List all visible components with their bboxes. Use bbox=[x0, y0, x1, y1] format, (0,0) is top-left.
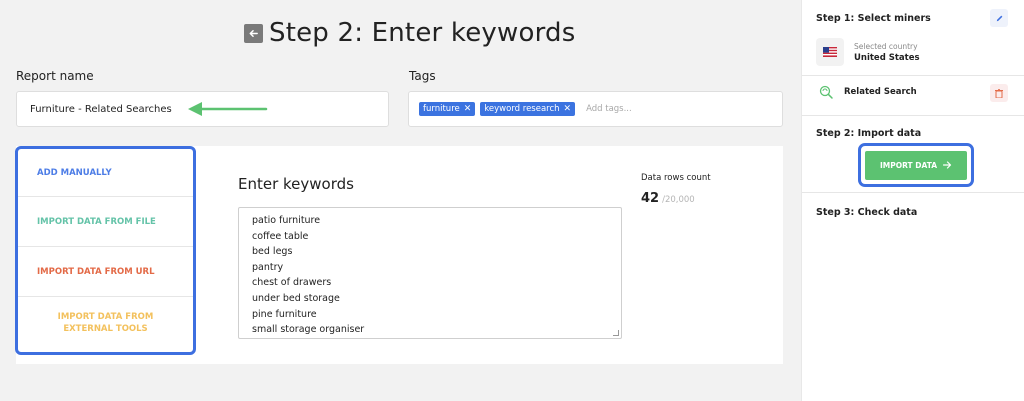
country-flag bbox=[816, 38, 844, 66]
tags-input[interactable]: furniture ✕ keyword research ✕ Add tags.… bbox=[408, 91, 783, 127]
tag-label: furniture bbox=[423, 104, 460, 114]
import-data-highlight: IMPORT DATA bbox=[858, 143, 974, 187]
back-arrow-icon bbox=[249, 29, 258, 37]
edit-miners-button[interactable] bbox=[990, 9, 1008, 27]
report-name-label: Report name bbox=[16, 69, 94, 83]
import-data-label: IMPORT DATA bbox=[879, 160, 938, 170]
page-title: Step 2: Enter keywords bbox=[269, 18, 576, 48]
import-from-file-tab[interactable]: IMPORT DATA FROM FILE bbox=[18, 197, 193, 247]
divider bbox=[802, 115, 1024, 116]
keyword-line: pantry bbox=[252, 261, 284, 273]
search-refresh-icon bbox=[819, 85, 833, 99]
tag-chip: furniture ✕ bbox=[419, 102, 476, 116]
related-search-miner: Related Search bbox=[844, 87, 917, 97]
keywords-heading: Enter keywords bbox=[238, 175, 354, 193]
add-manually-tab[interactable]: ADD MANUALLY bbox=[18, 149, 193, 197]
selected-country-label: Selected country bbox=[854, 42, 918, 51]
arrow-right-icon bbox=[943, 161, 952, 169]
pencil-icon bbox=[996, 15, 1002, 21]
import-methods: ADD MANUALLY IMPORT DATA FROM FILE IMPOR… bbox=[15, 146, 196, 355]
related-search-icon-wrap bbox=[816, 82, 836, 102]
keyword-line: chest of drawers bbox=[252, 277, 332, 289]
keyword-line: small storage organiser bbox=[252, 324, 365, 336]
step3-heading: Step 3: Check data bbox=[816, 207, 918, 218]
step2-heading: Step 2: Import data bbox=[816, 128, 922, 139]
rows-count-max: /20,000 bbox=[662, 195, 695, 205]
divider bbox=[802, 75, 1024, 76]
tag-label: keyword research bbox=[484, 104, 560, 114]
close-icon[interactable]: ✕ bbox=[564, 104, 572, 114]
trash-icon bbox=[995, 88, 1003, 98]
annotation-arrow bbox=[188, 102, 268, 116]
keyword-line: patio furniture bbox=[252, 215, 321, 226]
back-button[interactable] bbox=[244, 23, 263, 43]
rows-count: 42/20,000 bbox=[641, 191, 695, 206]
keyword-line: under bed storage bbox=[252, 292, 340, 304]
keyword-line: bed legs bbox=[252, 246, 293, 258]
rows-count-label: Data rows count bbox=[641, 173, 711, 183]
keyword-line: coffee table bbox=[252, 230, 309, 242]
tags-label: Tags bbox=[409, 69, 436, 83]
delete-miner-button[interactable] bbox=[990, 84, 1008, 102]
report-name-value: Furniture - Related Searches bbox=[30, 103, 172, 115]
keyword-line: pine furniture bbox=[252, 308, 317, 320]
page-header: Step 2: Enter keywords bbox=[244, 18, 575, 48]
import-from-external-tools-tab[interactable]: IMPORT DATA FROM EXTERNAL TOOLS bbox=[18, 297, 193, 351]
resize-handle[interactable] bbox=[613, 330, 619, 336]
close-icon[interactable]: ✕ bbox=[464, 104, 472, 114]
tag-chip: keyword research ✕ bbox=[480, 102, 576, 116]
rows-count-value: 42 bbox=[641, 191, 660, 206]
steps-sidebar: Step 1: Select miners Selected country U… bbox=[801, 0, 1024, 401]
step1-heading: Step 1: Select miners bbox=[816, 13, 931, 24]
import-data-button[interactable]: IMPORT DATA bbox=[865, 150, 967, 180]
keywords-textarea[interactable]: patio furniture coffee table bed legs pa… bbox=[238, 207, 622, 339]
selected-country-value: United States bbox=[854, 53, 920, 63]
us-flag-icon bbox=[823, 47, 837, 57]
divider bbox=[802, 192, 1024, 193]
import-from-url-tab[interactable]: IMPORT DATA FROM URL bbox=[18, 247, 193, 297]
tags-placeholder[interactable]: Add tags... bbox=[586, 104, 632, 114]
